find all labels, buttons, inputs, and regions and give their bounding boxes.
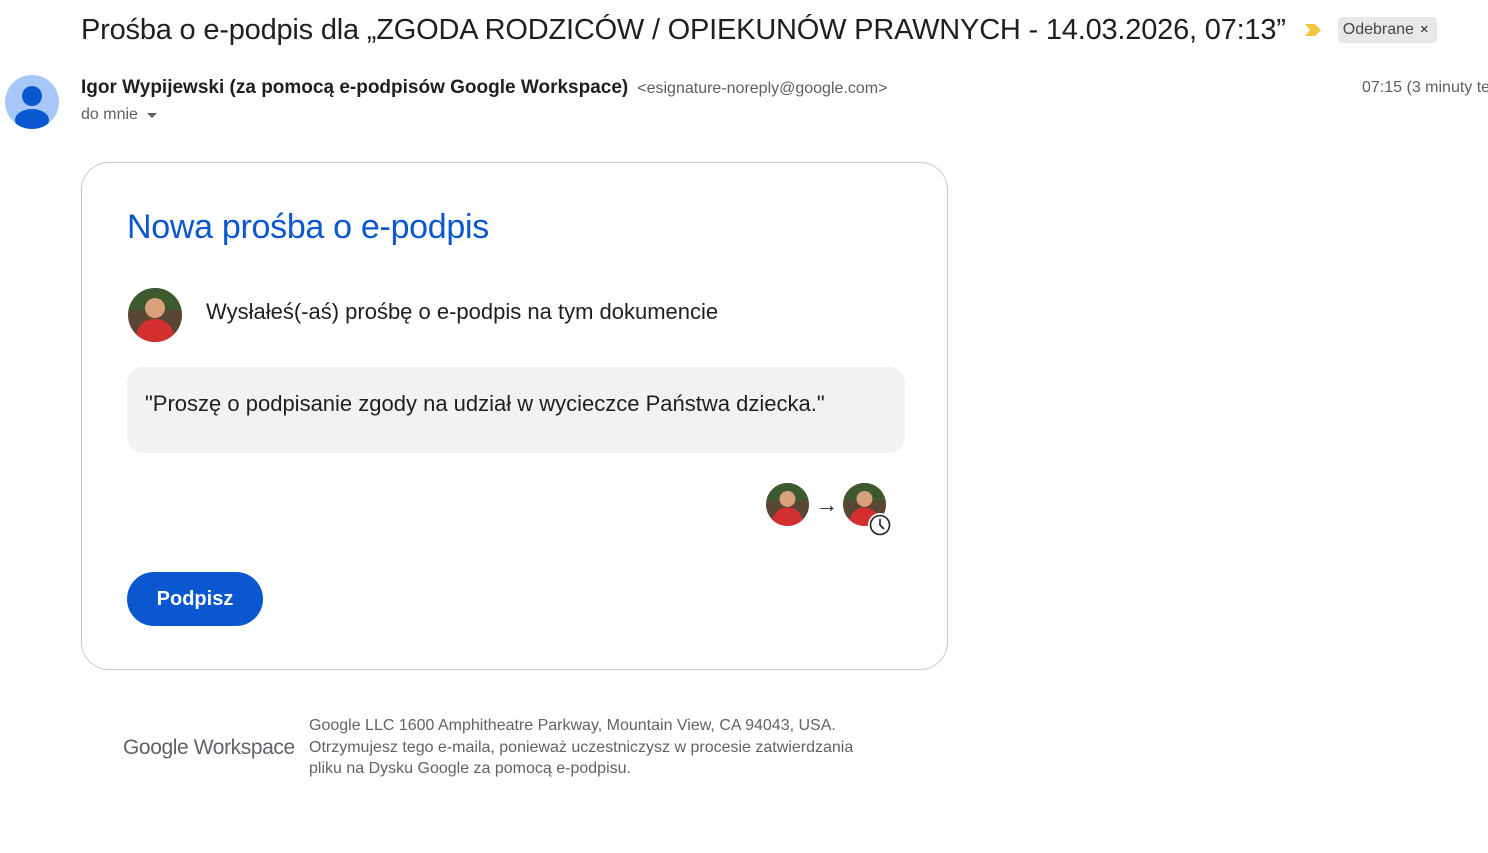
requester-avatar	[128, 288, 182, 342]
important-marker-icon[interactable]	[1304, 23, 1322, 37]
card-title: Nowa prośba o e-podpis	[127, 208, 489, 246]
sender-flow-avatar	[766, 483, 809, 526]
email-subject: Prośba o e-podpis dla „ZGODA RODZICÓW / …	[81, 13, 1286, 46]
signature-flow: →	[766, 483, 896, 537]
footer-line: Otrzymujesz tego e-maila, ponieważ uczes…	[309, 738, 854, 756]
sender-name[interactable]: Igor Wypijewski (za pomocą e-podpisów Go…	[81, 77, 628, 98]
message-text: "Proszę o podpisanie zgody na udział w w…	[145, 391, 825, 416]
sign-button[interactable]: Podpisz	[127, 572, 263, 626]
esignature-card: Nowa prośba o e-podpis Wysłałeś(-aś) pro…	[81, 162, 948, 670]
label-text: Odebrane	[1342, 20, 1414, 38]
recipients-toggle[interactable]: do mnie	[81, 106, 157, 124]
sender-email: <esignature-noreply@google.com>	[637, 80, 888, 97]
footer-line: Google LLC 1600 Amphitheatre Parkway, Mo…	[309, 717, 836, 734]
sender-avatar[interactable]	[5, 75, 59, 129]
remove-label-icon[interactable]: ×	[1420, 21, 1429, 38]
request-text: Wysłałeś(-aś) prośbę o e-podpis na tym d…	[206, 299, 719, 324]
sender-line: Igor Wypijewski (za pomocą e-podpisów Go…	[81, 77, 887, 99]
inbox-label-chip: Odebrane ×	[1337, 17, 1437, 43]
chevron-down-icon	[146, 112, 157, 118]
footer-text: Google LLC 1600 Amphitheatre Parkway, Mo…	[309, 715, 909, 780]
recipients-text: do mnie	[81, 106, 138, 123]
clock-icon	[868, 513, 892, 537]
footer-line: pliku na Dysku Google za pomocą e-podpis…	[309, 760, 631, 777]
email-subject-row: Prośba o e-podpis dla „ZGODA RODZICÓW / …	[81, 10, 1437, 50]
person-icon	[15, 86, 49, 129]
email-time: 07:15 (3 minuty te	[1362, 79, 1488, 96]
arrow-right-icon: →	[816, 492, 838, 517]
message-box: "Proszę o podpisanie zgody na udział w w…	[127, 367, 905, 453]
google-workspace-logo: Google Workspace	[123, 736, 295, 759]
